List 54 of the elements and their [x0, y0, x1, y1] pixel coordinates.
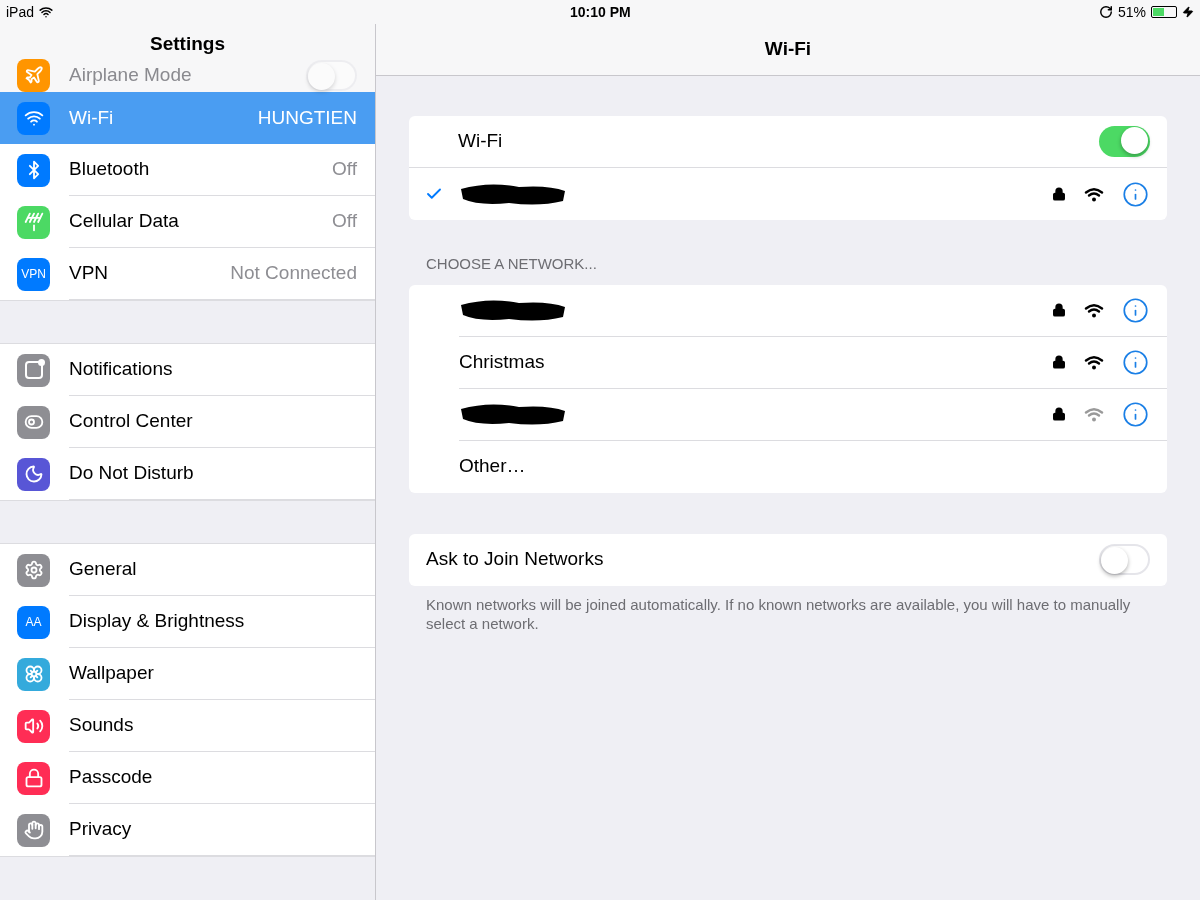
row-label: Control Center — [69, 409, 194, 434]
rotation-lock-icon — [1098, 5, 1113, 19]
row-value: Off — [332, 209, 357, 234]
row-value: Off — [332, 157, 357, 182]
battery-percent: 51% — [1117, 2, 1146, 22]
settings-row[interactable]: Notifications — [0, 344, 375, 396]
row-label: Passcode — [69, 765, 154, 790]
wifi-label: Wi-Fi — [458, 129, 504, 154]
settings-row[interactable]: Wallpaper — [0, 648, 375, 700]
toggle-switch[interactable] — [1099, 544, 1150, 575]
info-icon[interactable] — [1122, 296, 1149, 324]
info-icon[interactable] — [1122, 400, 1149, 428]
page-title: Wi-Fi — [764, 37, 812, 62]
wifi-status-icon — [39, 5, 54, 19]
settings-row[interactable]: AA Display & Brightness — [0, 596, 375, 648]
row-label: Notifications — [69, 357, 174, 382]
settings-row[interactable]: General — [0, 544, 375, 596]
settings-row[interactable]: Bluetooth Off — [0, 144, 375, 196]
network-name: Christmas — [459, 350, 545, 372]
row-label: Bluetooth — [69, 157, 151, 182]
row-label: Cellular Data — [69, 209, 180, 234]
row-value: Not Connected — [230, 261, 357, 286]
clock: 10:10 PM — [570, 2, 631, 22]
settings-row[interactable]: Passcode — [0, 752, 375, 804]
row-label: Airplane Mode — [69, 62, 193, 87]
info-icon[interactable] — [1122, 180, 1149, 208]
section-header: CHOOSE A NETWORK... — [426, 254, 598, 274]
sidebar-title: Settings — [150, 31, 225, 56]
device-name: iPad — [6, 2, 35, 22]
row-label: Privacy — [69, 817, 133, 842]
row-label: Wallpaper — [69, 661, 155, 686]
settings-row[interactable]: Do Not Disturb — [0, 448, 375, 500]
settings-row[interactable]: VPN VPN Not Connected — [0, 248, 375, 300]
settings-row[interactable]: Cellular Data Off — [0, 196, 375, 248]
network-name: Other… — [459, 455, 526, 477]
row-label: VPN — [69, 261, 110, 286]
footer-note: Known networks will be joined automatically. If no known networks are available, you will have to manually select a network. — [426, 594, 1132, 633]
row-value: HUNGTIEN — [257, 105, 357, 130]
settings-row[interactable]: Privacy — [0, 804, 375, 856]
network-row[interactable]: Other… — [409, 440, 1167, 493]
app-icon: VPN — [17, 257, 50, 291]
battery-icon — [1151, 6, 1177, 18]
row-label: Sounds — [69, 713, 135, 738]
settings-row[interactable]: Sounds — [0, 700, 375, 752]
row-label: Do Not Disturb — [69, 461, 195, 486]
info-icon[interactable] — [1122, 348, 1149, 376]
toggle-switch[interactable] — [1099, 126, 1150, 157]
row-label: Display & Brightness — [69, 609, 246, 634]
network-row[interactable]: Christmas — [409, 336, 1167, 389]
row-label: General — [69, 557, 138, 582]
ask-to-join-label: Ask to Join Networks — [426, 547, 605, 572]
row-label: Wi-Fi — [69, 105, 115, 130]
settings-row[interactable]: Control Center — [0, 396, 375, 448]
app-icon: AA — [17, 605, 50, 639]
